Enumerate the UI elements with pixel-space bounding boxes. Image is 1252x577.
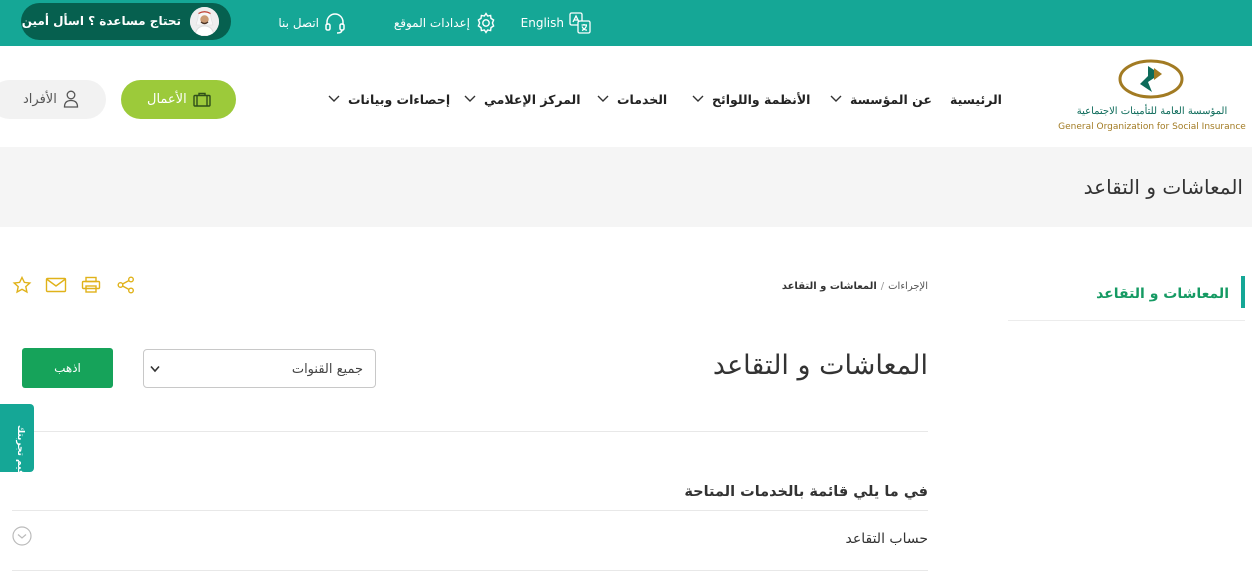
nav-about[interactable]: عن المؤسسة (830, 92, 932, 107)
go-button[interactable]: اذهب (22, 348, 113, 388)
page-title-band: المعاشات و التقاعد (0, 147, 1252, 227)
nav-statistics[interactable]: إحصاءات وبيانات (328, 92, 450, 107)
breadcrumb: الإجراءات/المعاشات و التقاعد (782, 281, 928, 292)
nav-services-label: الخدمات (617, 92, 668, 107)
nav-services[interactable]: الخدمات (597, 92, 667, 107)
briefcase-icon (193, 92, 211, 107)
breadcrumb-separator: / (880, 281, 885, 292)
contact-us-link[interactable]: اتصل بنا (275, 10, 347, 36)
nav-home[interactable]: الرئيسية (950, 92, 1002, 107)
service-label: حساب التقاعد (845, 531, 928, 547)
ameen-avatar (190, 7, 219, 36)
rate-experience-tab[interactable]: قيم تجربتك (0, 404, 34, 476)
sidebar-item-label: المعاشات و التقاعد (1096, 286, 1229, 302)
channel-select[interactable]: جميع القنوات (143, 349, 376, 388)
nav-media-center-label: المركز الإعلامي (484, 92, 581, 107)
gosi-logo-mark (1118, 59, 1184, 99)
contact-us-label: اتصل بنا (278, 16, 319, 30)
nav-home-label: الرئيسية (950, 92, 1002, 107)
ask-ameen-button[interactable]: تحتاج مساعدة ؟ اسأل أمين (21, 3, 231, 40)
nav-about-label: عن المؤسسة (850, 92, 932, 107)
site-settings-link[interactable]: إعدادات الموقع (388, 10, 498, 36)
site-settings-label: إعدادات الموقع (393, 16, 470, 30)
favorite-star-icon[interactable] (12, 275, 32, 294)
expand-circle-chevron-icon[interactable] (12, 526, 32, 546)
sidebar-item-pensions[interactable]: المعاشات و التقاعد (1008, 276, 1245, 321)
nav-regulations[interactable]: الأنظمة واللوائح (692, 92, 810, 107)
divider (12, 431, 928, 432)
language-label: English (520, 16, 564, 30)
logo-english-text: General Organization for Social Insuranc… (1058, 122, 1246, 132)
chevron-down-icon (464, 95, 476, 102)
top-utility-bar: تحتاج مساعدة ؟ اسأل أمين اتصل بنا إعدادا… (0, 0, 1252, 46)
services-list-heading: في ما يلي قائمة بالخدمات المتاحة (684, 484, 928, 500)
page-band-title: المعاشات و التقاعد (1083, 175, 1243, 199)
chevron-down-icon (830, 95, 842, 102)
individuals-button[interactable]: الأفراد (0, 80, 106, 119)
business-button-label: الأعمال (147, 92, 187, 107)
language-switch-link[interactable]: English (516, 10, 592, 36)
breadcrumb-current: المعاشات و التقاعد (781, 281, 877, 292)
headset-icon (323, 11, 347, 35)
gear-icon (474, 11, 498, 35)
gosi-logo[interactable]: المؤسسة العامة للتأمينات الاجتماعية Gene… (1058, 58, 1246, 136)
breadcrumb-parent[interactable]: الإجراءات (888, 281, 928, 292)
ask-ameen-label: تحتاج مساعدة ؟ اسأل أمين (21, 14, 181, 28)
nav-statistics-label: إحصاءات وبيانات (348, 92, 451, 107)
chevron-down-icon (328, 95, 340, 102)
email-icon[interactable] (45, 276, 67, 294)
logo-arabic-text: المؤسسة العامة للتأمينات الاجتماعية (1076, 106, 1228, 117)
chevron-down-icon (692, 95, 704, 102)
individuals-button-label: الأفراد (23, 92, 57, 107)
nav-regulations-label: الأنظمة واللوائح (712, 92, 811, 107)
chevron-down-icon (150, 365, 160, 373)
rate-experience-label: قيم تجربتك (15, 425, 25, 476)
user-icon (63, 90, 79, 108)
channel-select-value: جميع القنوات (291, 362, 363, 377)
nav-media-center[interactable]: المركز الإعلامي (464, 92, 581, 107)
main-title: المعاشات و التقاعد (712, 350, 928, 381)
translate-icon (568, 11, 592, 35)
chevron-down-icon (597, 95, 609, 102)
print-icon[interactable] (81, 276, 101, 294)
service-row-retirement-calc[interactable]: حساب التقاعد (12, 511, 928, 571)
share-icon[interactable] (116, 276, 136, 294)
main-header: المؤسسة العامة للتأمينات الاجتماعية Gene… (0, 46, 1252, 147)
active-indicator (1241, 276, 1245, 308)
business-button[interactable]: الأعمال (121, 80, 236, 119)
